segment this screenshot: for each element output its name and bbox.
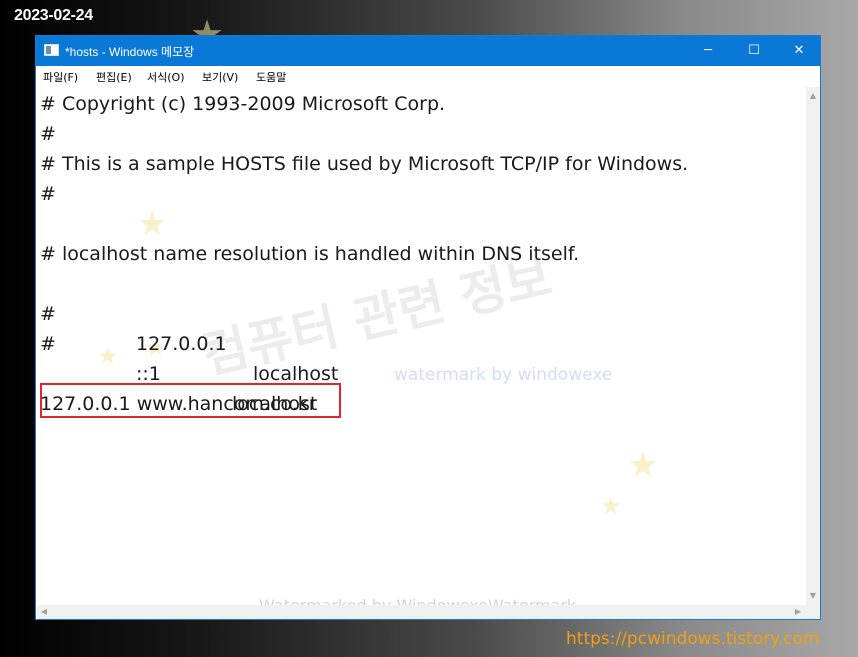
notepad-window: *hosts - Windows 메모장 ─ ☐ ✕ 파일(F) 편집(E) 서…: [35, 35, 821, 620]
blog-url: https://pcwindows.tistory.com: [566, 629, 820, 649]
watermark-blue: watermark by windowexe: [394, 365, 613, 385]
close-icon: ✕: [793, 43, 805, 58]
highlight-box: [40, 383, 341, 418]
host-address: 127.0.0.1: [136, 333, 227, 355]
scroll-up-icon[interactable]: ▲: [806, 89, 820, 103]
date-stamp: 2023-02-24: [14, 7, 93, 24]
scroll-right-icon[interactable]: ▶: [791, 605, 805, 619]
text-editor[interactable]: ★ ★ ★ ★ ★ 컴퓨터 관련 정보 # Copyright (c) 1993…: [37, 87, 806, 605]
menu-help[interactable]: 도움말: [256, 69, 286, 85]
text-line: # localhost name resolution is handled w…: [40, 243, 580, 265]
menu-view[interactable]: 보기(V): [202, 69, 238, 85]
watermark-bottom: Watermarked by WindowexeWatermark: [259, 596, 576, 605]
window-title: *hosts - Windows 메모장: [65, 45, 195, 59]
menu-bar: 파일(F) 편집(E) 서식(O) 보기(V) 도움말: [36, 66, 820, 86]
vertical-scrollbar[interactable]: ▲ ▼: [806, 87, 820, 605]
maximize-icon: ☐: [748, 43, 760, 58]
close-button[interactable]: ✕: [776, 36, 822, 66]
minimize-icon: ─: [704, 43, 712, 58]
text-line: # Copyright (c) 1993-2009 Microsoft Corp…: [40, 93, 446, 115]
text-line: #: [40, 123, 56, 145]
text-line: # This is a sample HOSTS file used by Mi…: [40, 153, 689, 175]
menu-format[interactable]: 서식(O): [147, 69, 184, 85]
scroll-left-icon[interactable]: ◀: [37, 605, 51, 619]
comment-hash: #: [40, 333, 56, 355]
maximize-button[interactable]: ☐: [731, 36, 777, 66]
star-icon: ★: [627, 445, 660, 486]
scroll-corner: [806, 605, 820, 619]
scroll-down-icon[interactable]: ▼: [806, 589, 820, 603]
star-icon: ★: [137, 204, 168, 244]
horizontal-scrollbar[interactable]: ◀ ▶: [37, 605, 806, 619]
hosts-entry-line: # ::1 localhost: [40, 299, 440, 415]
menu-file[interactable]: 파일(F): [43, 69, 78, 85]
hosts-entry-line: # 127.0.0.1 localhost: [40, 269, 440, 385]
star-icon: ★: [97, 342, 119, 370]
menu-edit[interactable]: 편집(E): [96, 69, 132, 85]
text-line: #: [40, 183, 56, 205]
star-icon: ★: [600, 492, 622, 520]
minimize-button[interactable]: ─: [685, 36, 731, 66]
notepad-icon: [44, 44, 59, 56]
title-bar[interactable]: *hosts - Windows 메모장 ─ ☐ ✕: [36, 36, 820, 66]
